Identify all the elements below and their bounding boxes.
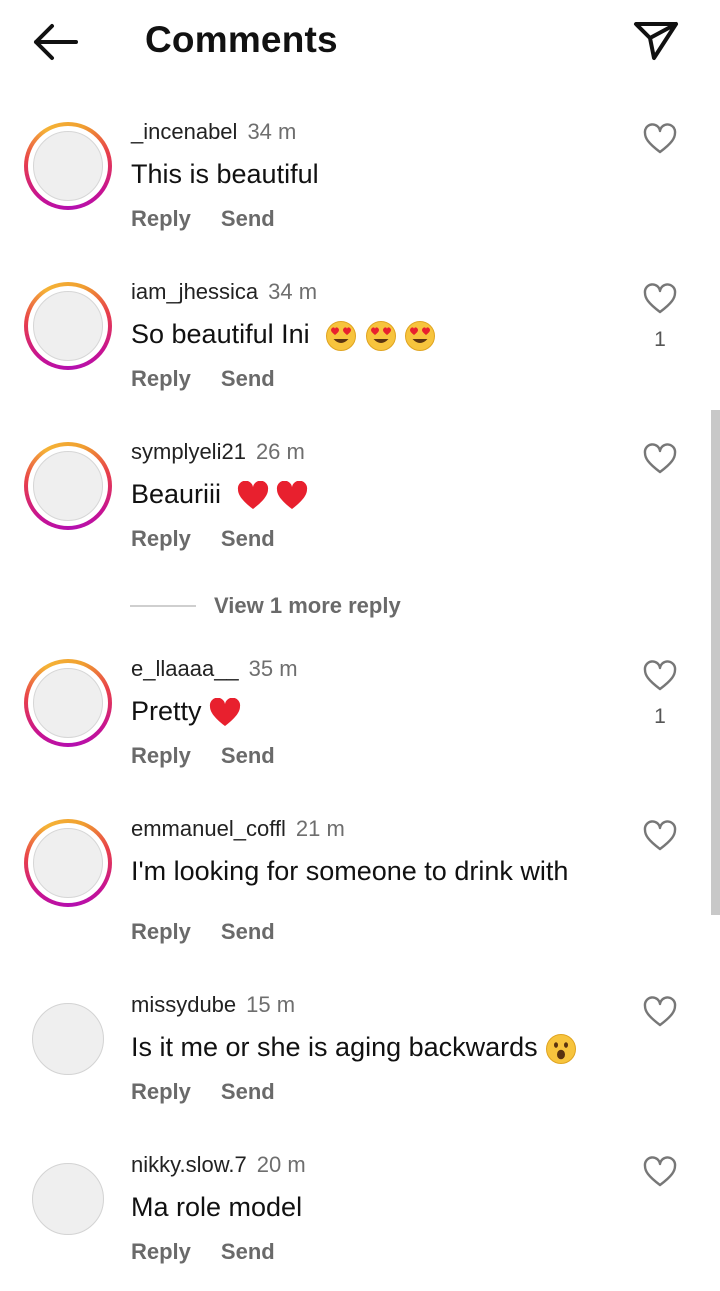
avatar-story-ring[interactable] [24, 442, 112, 530]
comment-actions: Reply Send [131, 206, 275, 232]
comment-text-row: So beautiful Ini [131, 319, 436, 352]
avatar-story-ring[interactable] [24, 819, 112, 907]
send-button[interactable]: Send [221, 366, 275, 391]
username[interactable]: symplyeli21 [131, 439, 246, 464]
timestamp: 35 m [248, 656, 298, 681]
emoji-group [229, 479, 308, 509]
send-button[interactable]: Send [221, 1239, 275, 1264]
page-title: Comments [145, 19, 338, 60]
comment-header: emmanuel_coffl 21 m [131, 816, 345, 842]
heart-icon[interactable] [642, 1156, 678, 1188]
username[interactable]: e_llaaaa__ [131, 656, 239, 681]
emoji-group [318, 319, 437, 351]
avatar [33, 131, 103, 201]
view-more-replies-button[interactable]: View 1 more reply [130, 593, 450, 623]
comment-text: Ma role model [131, 1192, 303, 1222]
comment-text: Is it me or she is aging backwards [131, 1032, 538, 1062]
reply-button[interactable]: Reply [131, 1239, 191, 1264]
avatar [33, 828, 103, 898]
heart-icon[interactable] [642, 996, 678, 1028]
comment-actions: Reply Send [131, 366, 275, 392]
emoji-group [538, 1032, 578, 1064]
timestamp: 26 m [255, 439, 305, 464]
reply-button[interactable]: Reply [131, 526, 191, 551]
heart-eyes-emoji-icon [405, 320, 436, 351]
avatar[interactable] [32, 1003, 104, 1075]
send-button[interactable]: Send [221, 206, 275, 231]
comment-actions: Reply Send [131, 1239, 275, 1265]
arrow-left-icon [34, 24, 78, 60]
astonished-face-emoji-icon [546, 1033, 577, 1064]
comment-text: Beauriii [131, 479, 222, 509]
comment-actions: Reply Send [131, 1079, 275, 1105]
reply-button[interactable]: Reply [131, 1079, 191, 1104]
comment-header: e_llaaaa__ 35 m [131, 656, 298, 682]
comment-header: _incenabel 34 m [131, 119, 296, 145]
timestamp: 21 m [295, 816, 345, 841]
comments-screen: Comments _incenabel 34 m This is beautifu… [0, 0, 720, 1291]
timestamp: 20 m [256, 1152, 306, 1177]
red-heart-emoji-icon [237, 480, 268, 509]
send-button[interactable]: Send [221, 1079, 275, 1104]
avatar-story-ring[interactable] [24, 659, 112, 747]
avatar[interactable] [32, 1163, 104, 1235]
reply-button[interactable]: Reply [131, 919, 191, 944]
comment-actions: Reply Send [131, 526, 275, 552]
comment-actions: Reply Send [131, 743, 275, 769]
paper-plane-icon [634, 22, 678, 60]
scrollbar[interactable] [711, 410, 720, 915]
comment-header: missydube 15 m [131, 992, 295, 1018]
avatar [33, 291, 103, 361]
username[interactable]: nikky.slow.7 [131, 1152, 247, 1177]
username[interactable]: missydube [131, 992, 236, 1017]
comment-text-row: Pretty [131, 696, 241, 728]
heart-icon[interactable] [642, 123, 678, 155]
avatar-story-ring[interactable] [24, 282, 112, 370]
send-button[interactable]: Send [221, 526, 275, 551]
red-heart-emoji-icon [277, 480, 308, 509]
avatar-story-ring[interactable] [24, 122, 112, 210]
header: Comments [0, 0, 720, 84]
heart-icon[interactable] [642, 660, 678, 692]
timestamp: 34 m [268, 279, 318, 304]
heart-eyes-emoji-icon [326, 320, 357, 351]
timestamp: 34 m [247, 119, 297, 144]
comment-header: iam_jhessica 34 m [131, 279, 317, 305]
heart-icon[interactable] [642, 820, 678, 852]
comment-text-row: Is it me or she is aging backwards [131, 1032, 577, 1065]
send-button[interactable]: Send [221, 919, 275, 944]
comment-actions: Reply Send [131, 919, 275, 945]
comment-text: So beautiful Ini [131, 319, 310, 349]
share-button[interactable] [628, 14, 684, 66]
avatar [33, 668, 103, 738]
comment-text: Pretty [131, 696, 202, 726]
username[interactable]: _incenabel [131, 119, 237, 144]
reply-button[interactable]: Reply [131, 743, 191, 768]
comment-text: I'm looking for someone to drink with [131, 856, 569, 886]
comment-text-row: Beauriii [131, 479, 308, 511]
comment-header: nikky.slow.7 20 m [131, 1152, 306, 1178]
username[interactable]: iam_jhessica [131, 279, 258, 304]
back-button[interactable] [26, 18, 86, 66]
heart-icon[interactable] [642, 443, 678, 475]
avatar [33, 451, 103, 521]
comment-header: symplyeli21 26 m [131, 439, 305, 465]
emoji-group [202, 696, 242, 726]
reply-button[interactable]: Reply [131, 206, 191, 231]
send-button[interactable]: Send [221, 743, 275, 768]
heart-icon[interactable] [642, 283, 678, 315]
view-more-replies-label: View 1 more reply [214, 593, 401, 618]
heart-eyes-emoji-icon [365, 320, 396, 351]
like-count: 1 [654, 705, 666, 728]
like-count: 1 [654, 328, 666, 351]
red-heart-emoji-icon [209, 697, 241, 726]
comment-text: This is beautiful [131, 159, 319, 189]
username[interactable]: emmanuel_coffl [131, 816, 286, 841]
reply-button[interactable]: Reply [131, 366, 191, 391]
timestamp: 15 m [246, 992, 296, 1017]
divider [130, 605, 196, 607]
